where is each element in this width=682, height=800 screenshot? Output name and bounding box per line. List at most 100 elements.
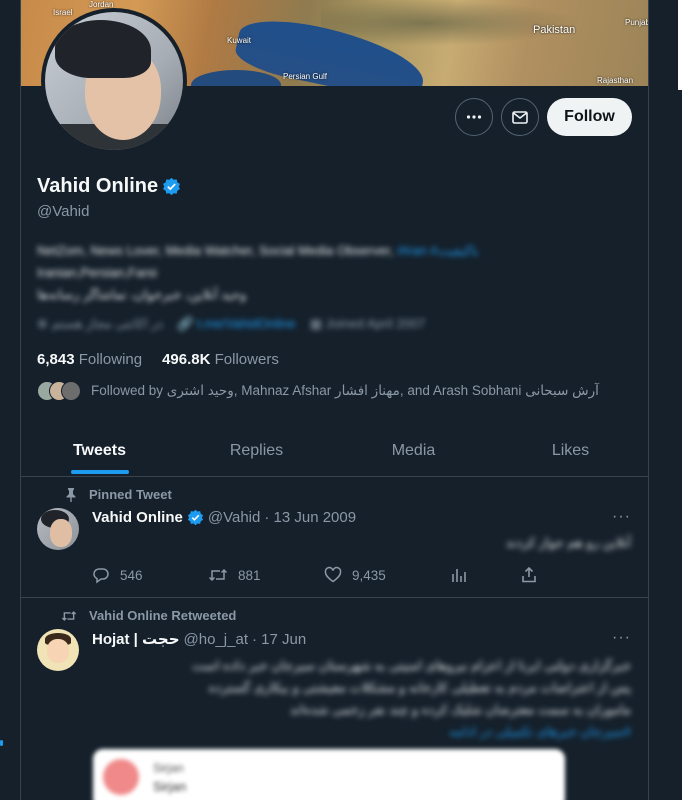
tweet-retweeted[interactable]: Vahid Online Retweeted Hojat | حجت @ho_j… — [21, 599, 649, 800]
bio-line: NetZom, News Lover, Media Watcher, Socia… — [37, 240, 597, 262]
like-count: 9,435 — [352, 567, 386, 583]
share-button[interactable] — [520, 566, 538, 584]
pin-icon — [61, 487, 77, 502]
retweet-count: 881 — [238, 567, 261, 583]
profile-column: Israel Jordan Kuwait Persian Gulf Pakist… — [20, 0, 649, 800]
quoted-avatar — [103, 759, 139, 795]
right-panel-edge — [678, 0, 682, 90]
map-label-rajasthan: Rajasthan — [597, 76, 634, 85]
avatar-hair — [55, 20, 151, 78]
message-button[interactable] — [501, 98, 539, 136]
joined-text: Joined April 2007 — [325, 316, 426, 331]
like-button[interactable]: 9,435 — [324, 566, 450, 584]
retweet-button[interactable]: 881 — [208, 566, 324, 584]
location-text: در اکانتی مجاز هستم — [51, 316, 164, 331]
more-icon — [466, 115, 482, 119]
tweet-more-icon[interactable]: ··· — [612, 508, 631, 526]
bio-line-3: وحید آنلاین، خبرخوان، تماشاگر رسانه‌ها — [37, 287, 247, 302]
tweet-date[interactable]: · 17 Jun — [252, 631, 306, 648]
follow-button[interactable]: Follow — [547, 98, 632, 136]
map-label-persian-gulf: Persian Gulf — [283, 72, 328, 81]
follow-counts: 6,843 Following 496.8K Followers — [37, 351, 279, 368]
bio-line-1: NetZom, News Lover, Media Watcher, Socia… — [37, 243, 394, 258]
tweet-text: آنلاین رو هم جواز کردند — [505, 535, 631, 550]
tab-media[interactable]: Media — [335, 425, 492, 476]
more-options-button[interactable] — [455, 98, 493, 136]
tweet-date[interactable]: · 13 Jun 2009 — [264, 509, 356, 526]
quoted-title: Sirjan — [153, 761, 184, 775]
left-gutter — [0, 0, 20, 800]
following-count: 6,843 — [37, 351, 75, 368]
joined-meta: ▦ Joined April 2007 — [309, 316, 426, 331]
tweet-text: خبرگزاری دولتی ایرنا از اعزام نیروهای ام… — [92, 655, 631, 743]
analytics-icon — [452, 569, 466, 582]
profile-meta: ⊕ در اکانتی مجاز هستم 🔗 t.me/VahidOnline… — [37, 316, 597, 332]
bio-hashtag-link[interactable]: #Iran #باکیفیت — [397, 243, 478, 258]
tab-likes[interactable]: Likes — [492, 425, 649, 476]
right-gutter — [648, 0, 682, 800]
location-meta: ⊕ در اکانتی مجاز هستم — [37, 316, 164, 331]
tweet-author-name[interactable]: Hojat | حجت — [92, 630, 180, 648]
map-label-pakistan: Pakistan — [533, 24, 576, 36]
tweet-pinned[interactable]: Pinned Tweet Vahid Online @Vahid · 13 Ju… — [21, 478, 649, 598]
retweet-icon — [61, 609, 77, 623]
map-label-kuwait: Kuwait — [227, 36, 252, 45]
tweet-avatar[interactable] — [37, 508, 79, 550]
quoted-subtitle: Sirjan — [153, 779, 187, 794]
avatar-face — [47, 639, 69, 663]
map-label-punjab: Punjab — [625, 18, 649, 27]
tweet-author-handle[interactable]: @Vahid — [208, 509, 260, 526]
tab-tweets[interactable]: Tweets — [21, 425, 178, 476]
following-label: Following — [78, 351, 143, 368]
bio-line-2: Iranian,Persian,Farsi — [37, 265, 157, 280]
banner-sea — [191, 70, 281, 86]
tweet-actions: 546 881 9,435 — [92, 566, 572, 584]
tweet-header: Vahid Online @Vahid · 13 Jun 2009 — [92, 509, 356, 526]
profile-avatar[interactable] — [41, 8, 187, 154]
retweet-icon — [208, 568, 228, 582]
following-link[interactable]: 6,843 Following — [37, 351, 142, 368]
tab-replies[interactable]: Replies — [178, 425, 335, 476]
followers-count: 496.8K — [162, 351, 211, 368]
tweet-text-line: ماموران به سمت معترضان شلیک کرده و چند ن… — [289, 702, 631, 717]
heart-icon — [324, 566, 342, 583]
quoted-card[interactable]: Sirjan Sirjan — [93, 749, 565, 800]
website-link[interactable]: 🔗 t.me/VahidOnline — [177, 316, 296, 332]
tweet-text-line: خبرگزاری دولتی ایرنا از اعزام نیروهای ام… — [192, 658, 631, 673]
analytics-button[interactable] — [450, 566, 520, 584]
envelope-icon — [512, 111, 528, 124]
tweet-context: Pinned Tweet — [61, 487, 172, 502]
followed-by-row[interactable]: Followed by وحید اشتری, Mahnaz Afshar مه… — [37, 381, 599, 401]
share-icon — [522, 566, 536, 583]
avatar-photo — [45, 12, 183, 150]
avatar-face — [50, 519, 72, 547]
tweet-header: Hojat | حجت @ho_j_at · 17 Jun — [92, 630, 306, 649]
avatar — [61, 381, 81, 401]
map-label-israel: Israel — [53, 8, 73, 17]
tweet-more-icon[interactable]: ··· — [612, 629, 631, 647]
verified-badge-icon — [187, 509, 203, 526]
tweet-avatar[interactable] — [37, 629, 79, 671]
tweet-context: Vahid Online Retweeted — [61, 608, 236, 623]
followed-by-text: Followed by وحید اشتری, Mahnaz Afshar مه… — [91, 383, 599, 398]
context-label: Pinned Tweet — [89, 487, 172, 502]
profile-bio: NetZom, News Lover, Media Watcher, Socia… — [37, 240, 597, 306]
tweet-author-handle[interactable]: @ho_j_at — [184, 631, 248, 648]
profile-handle: @Vahid — [37, 203, 90, 220]
verified-badge-icon[interactable] — [162, 177, 181, 196]
reply-count: 546 — [120, 567, 143, 583]
followers-link[interactable]: 496.8K Followers — [162, 351, 279, 368]
profile-tabs: Tweets Replies Media Likes — [21, 425, 649, 477]
followed-by-avatars — [37, 381, 81, 401]
scroll-indicator — [0, 740, 3, 746]
profile-name-row: Vahid Online — [37, 175, 181, 198]
display-name: Vahid Online — [37, 175, 159, 197]
tweet-hashtag-link[interactable]: #سیرجان خبرهای تکمیلی در ادامه — [92, 721, 631, 743]
followers-label: Followers — [214, 351, 279, 368]
tweet-text-line: پس از اعتراضات مردم به تعطیلی کارخانه و … — [208, 680, 631, 695]
website-text[interactable]: t.me/VahidOnline — [197, 316, 296, 331]
reply-button[interactable]: 546 — [92, 566, 208, 584]
tweet-author-name[interactable]: Vahid Online — [92, 509, 183, 526]
reply-icon — [93, 568, 109, 584]
context-label: Vahid Online Retweeted — [89, 608, 237, 623]
